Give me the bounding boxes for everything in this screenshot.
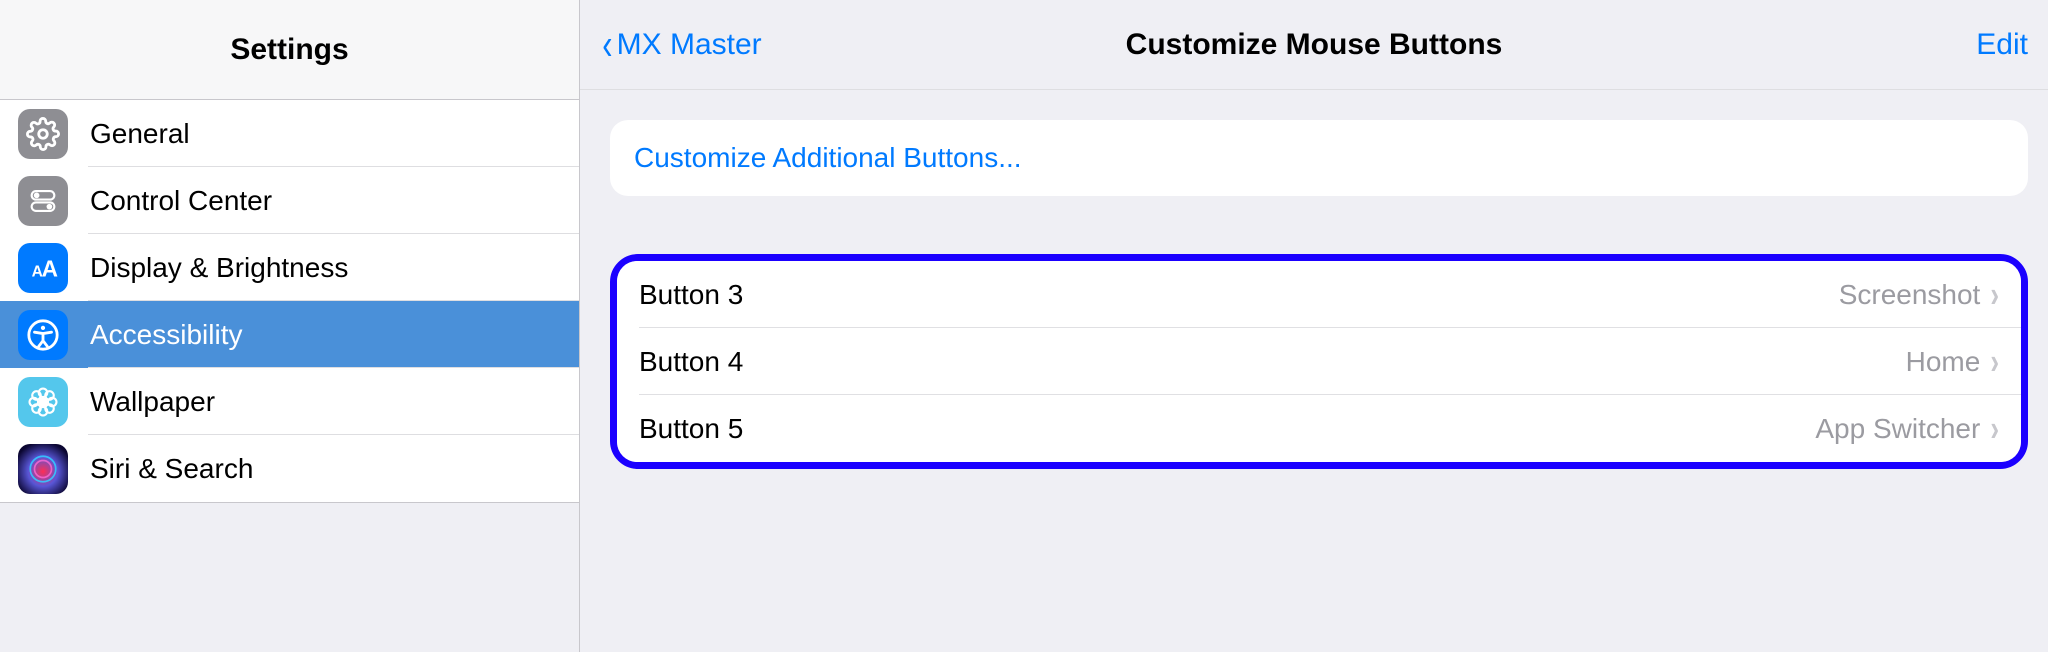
sidebar-item-siri-search[interactable]: Siri & Search [0, 435, 579, 502]
row-label: Button 3 [639, 279, 743, 311]
row-label: Button 4 [639, 346, 743, 378]
flower-icon [18, 377, 68, 427]
sidebar-item-label: Display & Brightness [90, 252, 348, 284]
sidebar-item-display-brightness[interactable]: A A Display & Brightness [0, 234, 579, 301]
button-5-row[interactable]: Button 5 App Switcher › [617, 395, 2021, 462]
gear-icon [18, 109, 68, 159]
back-button[interactable]: ‹ MX Master [600, 23, 860, 67]
text-size-icon: A A [18, 243, 68, 293]
sidebar-item-label: General [90, 118, 190, 150]
siri-icon [18, 444, 68, 494]
sidebar-item-accessibility[interactable]: Accessibility [0, 301, 579, 368]
back-label: MX Master [617, 28, 762, 62]
accessibility-icon [18, 310, 68, 360]
chevron-right-icon: › [1990, 407, 1999, 450]
detail-content: Customize Additional Buttons... Button 3… [580, 90, 2048, 469]
sidebar-header: Settings [0, 0, 579, 100]
chevron-right-icon: › [1990, 340, 1999, 383]
chevron-left-icon: ‹ [602, 23, 612, 67]
sidebar-item-label: Siri & Search [90, 453, 253, 485]
detail-pane: ‹ MX Master Customize Mouse Buttons Edit… [580, 0, 2048, 652]
sidebar-item-general[interactable]: General [0, 100, 579, 167]
svg-text:A: A [42, 255, 58, 281]
button-mappings-group: Button 3 Screenshot › Button 4 Home › [617, 261, 2021, 462]
toggles-icon [18, 176, 68, 226]
sidebar-title: Settings [230, 33, 348, 67]
sidebar-list: General Control Center A A [0, 100, 579, 503]
sidebar-item-label: Wallpaper [90, 386, 215, 418]
sidebar-item-wallpaper[interactable]: Wallpaper [0, 368, 579, 435]
row-label: Button 5 [639, 413, 743, 445]
edit-button[interactable]: Edit [1948, 28, 2028, 62]
row-value: Screenshot [1839, 279, 1981, 311]
button-mappings-highlight: Button 3 Screenshot › Button 4 Home › [610, 254, 2028, 469]
customize-group: Customize Additional Buttons... [610, 120, 2028, 196]
sidebar-item-label: Accessibility [90, 319, 242, 351]
customize-additional-buttons-link[interactable]: Customize Additional Buttons... [610, 120, 2028, 196]
chevron-right-icon: › [1990, 273, 1999, 316]
settings-sidebar: Settings General Control Cen [0, 0, 580, 652]
row-value: Home [1906, 346, 1981, 378]
detail-header: ‹ MX Master Customize Mouse Buttons Edit [580, 0, 2048, 90]
button-4-row[interactable]: Button 4 Home › [617, 328, 2021, 395]
button-3-row[interactable]: Button 3 Screenshot › [617, 261, 2021, 328]
row-value: App Switcher [1815, 413, 1980, 445]
sidebar-item-control-center[interactable]: Control Center [0, 167, 579, 234]
sidebar-item-label: Control Center [90, 185, 272, 217]
page-title: Customize Mouse Buttons [1126, 28, 1503, 62]
